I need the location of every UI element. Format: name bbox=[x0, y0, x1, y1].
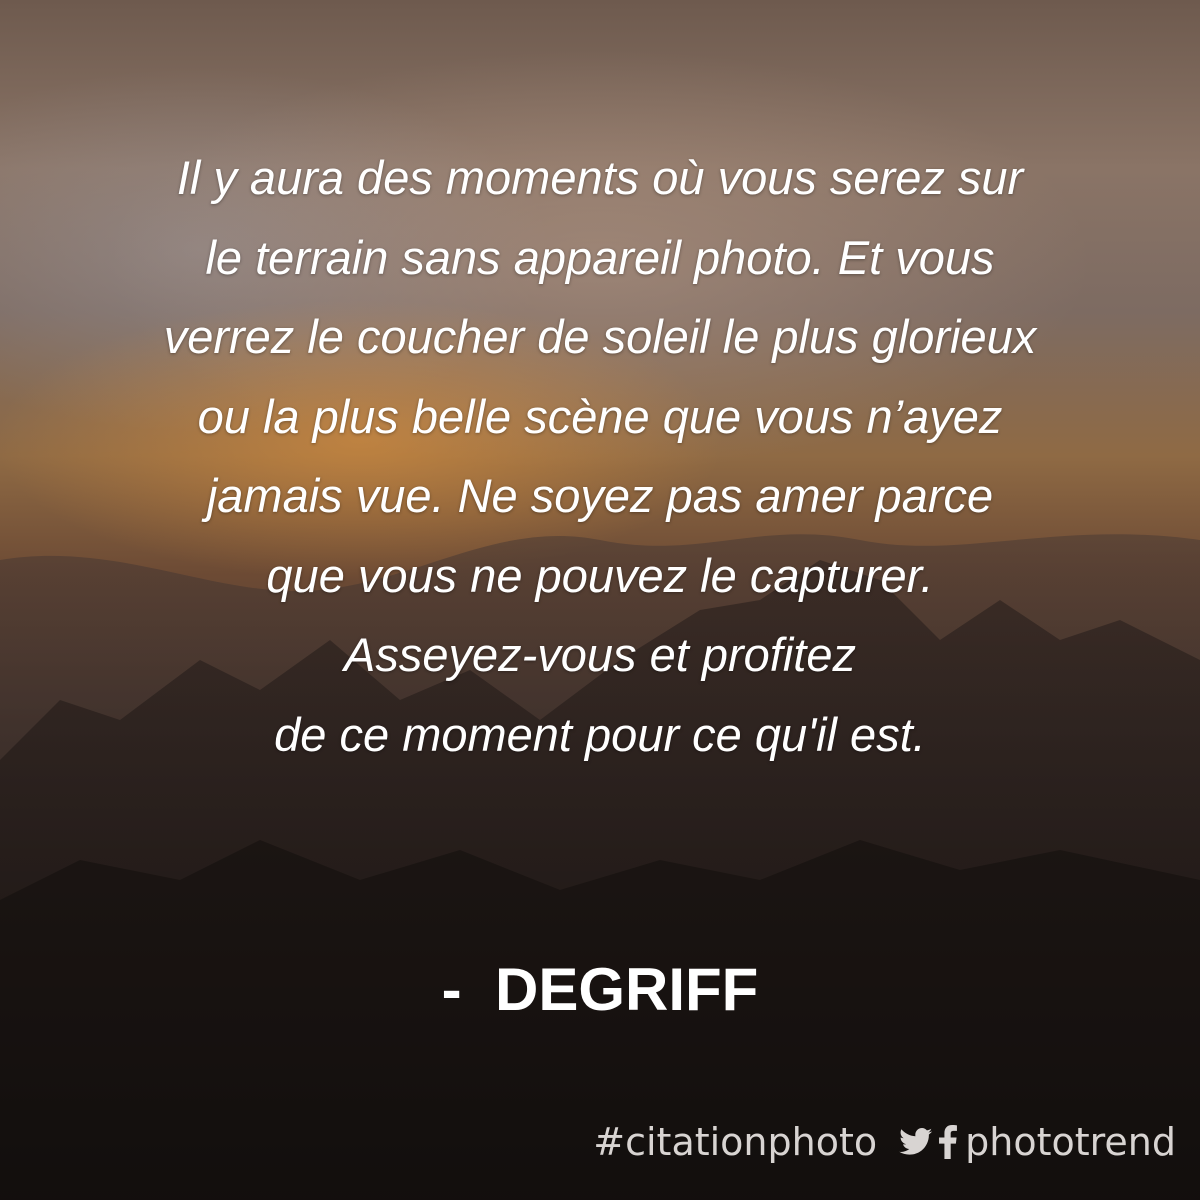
twitter-icon bbox=[899, 1128, 933, 1156]
quote-image: Il y aura des moments où vous serez sur … bbox=[0, 0, 1200, 1200]
quote-line: Asseyez-vous et profitez bbox=[344, 628, 856, 681]
quote-line: le terrain sans appareil photo. Et vous bbox=[205, 230, 995, 284]
quote-line: que vous ne pouvez le capturer. bbox=[266, 548, 934, 602]
quote-text: Il y aura des moments où vous serez sur … bbox=[40, 138, 1160, 774]
quote-line: de ce moment pour ce qu'il est. bbox=[274, 707, 926, 761]
footer-credits: #citationphoto phototrend bbox=[593, 1112, 1176, 1172]
facebook-icon bbox=[939, 1125, 958, 1159]
quote-line: verrez le coucher de soleil le plus glor… bbox=[163, 310, 1037, 363]
handle-label: phototrend bbox=[965, 1120, 1176, 1164]
quote-line: Il y aura des moments où vous serez sur bbox=[176, 151, 1024, 204]
hashtag-label: #citationphoto bbox=[593, 1120, 878, 1164]
quote-line: ou la plus belle scène que vous n’ayez bbox=[197, 389, 1003, 443]
quote-author: - DEGRIFF bbox=[441, 956, 759, 1023]
quote-line: jamais vue. Ne soyez pas amer parce bbox=[206, 469, 994, 522]
